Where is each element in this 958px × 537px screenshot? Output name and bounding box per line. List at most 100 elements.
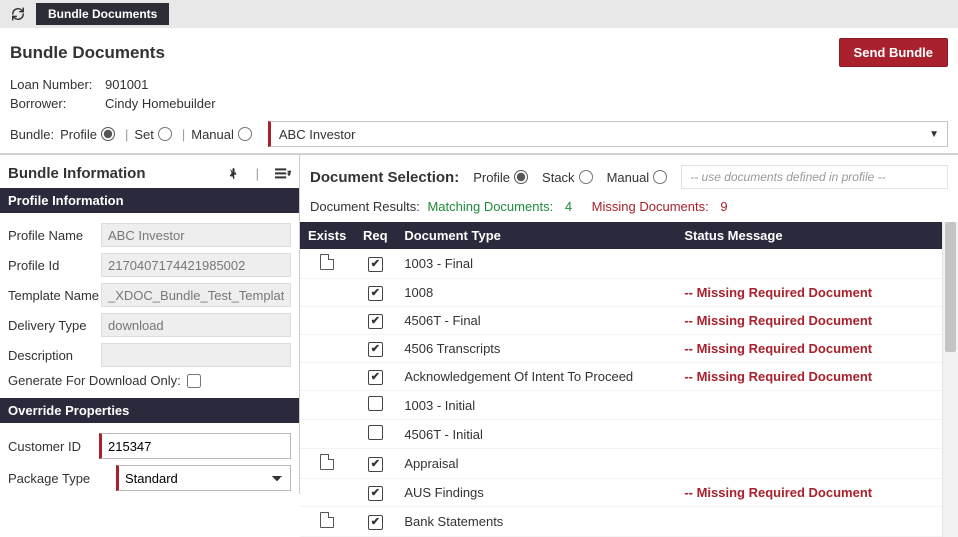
ds-stack-radio[interactable] — [579, 170, 593, 184]
ds-stack-label: Stack — [542, 170, 575, 185]
required-checkbox[interactable] — [368, 515, 383, 530]
doc-type-cell: AUS Findings — [396, 479, 676, 507]
table-row[interactable]: 1008 -- Missing Required Document — [300, 279, 942, 307]
generate-download-checkbox[interactable] — [187, 374, 201, 388]
table-row[interactable]: 1003 - Initial — [300, 391, 942, 420]
required-checkbox[interactable] — [368, 257, 383, 272]
col-exists[interactable]: Exists — [300, 222, 354, 249]
required-checkbox[interactable] — [368, 314, 383, 329]
delivery-type-field — [101, 313, 291, 337]
doc-type-cell: 4506T - Final — [396, 307, 676, 335]
generate-download-label: Generate For Download Only: — [8, 373, 181, 388]
ds-manual-radio[interactable] — [653, 170, 667, 184]
scrollbar[interactable] — [942, 222, 958, 537]
bundle-info-title: Bundle Information — [8, 165, 146, 182]
required-checkbox[interactable] — [368, 342, 383, 357]
col-req[interactable]: Req — [354, 222, 396, 249]
document-icon — [320, 454, 334, 470]
bundle-profile-radio[interactable] — [101, 127, 115, 141]
col-status[interactable]: Status Message — [676, 222, 942, 249]
borrower-label: Borrower: — [10, 96, 105, 111]
right-pane: Document Selection: Profile Stack Manual… — [300, 155, 958, 494]
loan-number-label: Loan Number: — [10, 77, 105, 92]
document-icon — [320, 512, 334, 528]
bundle-set-radio[interactable] — [158, 127, 172, 141]
template-name-field — [101, 283, 291, 307]
document-icon — [320, 254, 334, 270]
profile-name-field — [101, 223, 291, 247]
bundle-manual-radio[interactable] — [238, 127, 252, 141]
required-checkbox[interactable] — [368, 486, 383, 501]
matching-label: Matching Documents: — [427, 199, 553, 214]
customer-id-label: Customer ID — [8, 439, 99, 454]
col-doctype[interactable]: Document Type — [396, 222, 676, 249]
send-bundle-button[interactable]: Send Bundle — [839, 38, 948, 67]
doc-type-cell: 1003 - Final — [396, 249, 676, 279]
missing-count: 9 — [720, 199, 727, 214]
required-checkbox[interactable] — [368, 396, 383, 411]
matching-count: 4 — [565, 199, 572, 214]
table-row[interactable]: AUS Findings -- Missing Required Document — [300, 479, 942, 507]
table-row[interactable]: 1003 - Final — [300, 249, 942, 279]
status-message: -- Missing Required Document — [684, 313, 872, 328]
required-checkbox[interactable] — [368, 425, 383, 440]
doc-type-cell: Bank Statements — [396, 507, 676, 537]
header-section: Bundle Documents Send Bundle Loan Number… — [0, 28, 958, 154]
doc-type-cell: Acknowledgement Of Intent To Proceed — [396, 363, 676, 391]
bundle-set-label: Set — [134, 127, 154, 142]
loan-number-value: 901001 — [105, 77, 148, 92]
ds-hint: -- use documents defined in profile -- — [681, 165, 948, 189]
override-properties-section: Override Properties — [0, 398, 299, 423]
ds-profile-radio[interactable] — [514, 170, 528, 184]
refresh-icon — [11, 7, 25, 21]
bundle-profile-selected: ABC Investor — [279, 127, 356, 142]
profile-id-label: Profile Id — [8, 258, 101, 273]
table-row[interactable]: Acknowledgement Of Intent To Proceed -- M… — [300, 363, 942, 391]
table-row[interactable]: 4506 Transcripts -- Missing Required Docu… — [300, 335, 942, 363]
top-toolbar: Bundle Documents — [0, 0, 958, 28]
profile-id-field — [101, 253, 291, 277]
refresh-button[interactable] — [6, 4, 30, 24]
bundle-manual-label: Manual — [191, 127, 234, 142]
document-table: Exists Req Document Type Status Message … — [300, 222, 942, 537]
required-checkbox[interactable] — [368, 286, 383, 301]
doc-type-cell: 1008 — [396, 279, 676, 307]
required-checkbox[interactable] — [368, 370, 383, 385]
delivery-type-label: Delivery Type — [8, 318, 101, 333]
template-name-label: Template Name — [8, 288, 101, 303]
table-row[interactable]: Bank Statements — [300, 507, 942, 537]
ds-manual-label: Manual — [607, 170, 650, 185]
table-row[interactable]: 4506T - Initial — [300, 420, 942, 449]
status-message: -- Missing Required Document — [684, 369, 872, 384]
status-message: -- Missing Required Document — [684, 341, 872, 356]
table-row[interactable]: 4506T - Final -- Missing Required Documen… — [300, 307, 942, 335]
left-pane: Bundle Information | Profile Information… — [0, 155, 300, 494]
required-checkbox[interactable] — [368, 457, 383, 472]
page-title: Bundle Documents — [10, 43, 165, 63]
active-tab[interactable]: Bundle Documents — [36, 3, 169, 25]
doc-type-cell: 4506T - Initial — [396, 420, 676, 449]
package-type-dropdown[interactable]: Standard — [116, 465, 291, 491]
customer-id-field[interactable] — [99, 433, 291, 459]
description-field — [101, 343, 291, 367]
package-type-label: Package Type — [8, 471, 116, 486]
status-message: -- Missing Required Document — [684, 285, 872, 300]
menu-icon[interactable] — [275, 168, 291, 180]
pin-icon[interactable] — [227, 166, 240, 181]
bundle-profile-dropdown[interactable]: ABC Investor — [268, 121, 948, 147]
bundle-profile-label: Profile — [60, 127, 97, 142]
profile-information-section: Profile Information — [0, 188, 299, 213]
doc-type-cell: Appraisal — [396, 449, 676, 479]
table-row[interactable]: Appraisal — [300, 449, 942, 479]
scrollbar-thumb[interactable] — [945, 222, 956, 352]
profile-name-label: Profile Name — [8, 228, 101, 243]
ds-profile-label: Profile — [473, 170, 510, 185]
status-message: -- Missing Required Document — [684, 485, 872, 500]
doc-type-cell: 4506 Transcripts — [396, 335, 676, 363]
borrower-value: Cindy Homebuilder — [105, 96, 216, 111]
description-label: Description — [8, 348, 101, 363]
doc-type-cell: 1003 - Initial — [396, 391, 676, 420]
missing-label: Missing Documents: — [592, 199, 709, 214]
results-label: Document Results: — [310, 199, 420, 214]
document-selection-title: Document Selection: — [310, 169, 459, 186]
